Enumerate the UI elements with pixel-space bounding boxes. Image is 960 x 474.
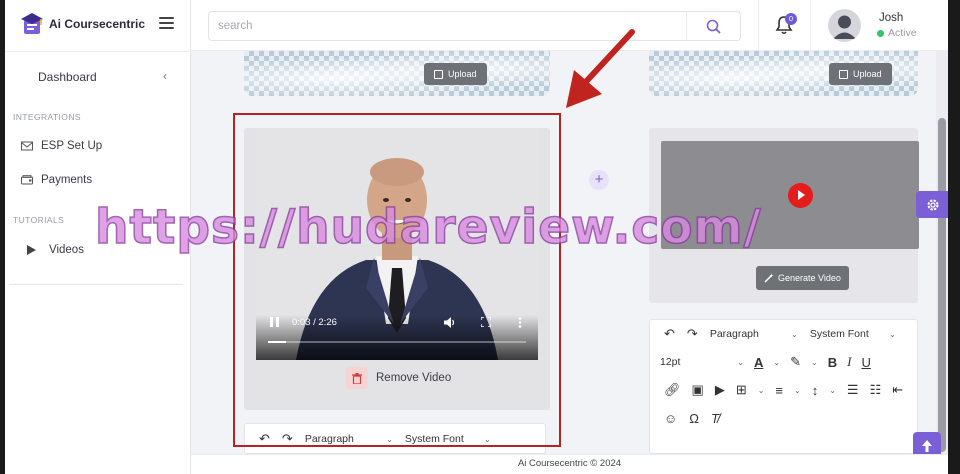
outdent-icon[interactable]: ⇤: [892, 382, 903, 398]
chevron-down-icon: ⌄: [737, 357, 744, 367]
brand[interactable]: Ai Coursecentric: [21, 12, 145, 36]
sidebar: Ai Coursecentric Dashboard ‹ INTEGRATION…: [5, 0, 191, 474]
chevron-down-icon: ⌄: [794, 385, 801, 395]
chevron-down-icon: ⌄: [791, 329, 798, 339]
footer: Ai Coursecentric © 2024: [191, 454, 948, 474]
divider: [9, 284, 183, 285]
italic-icon[interactable]: I: [847, 354, 851, 370]
sidebar-item-label: Videos: [49, 244, 84, 256]
image-insert-icon[interactable]: ▣: [692, 382, 704, 398]
rich-text-editor-right: ↶ ↷ Paragraph ⌄ System Font ⌄ 12pt ⌄ A ⌄ ✎ ⌄ …: [649, 319, 918, 454]
search-icon: [706, 19, 721, 34]
block-format-value: Paragraph: [709, 328, 759, 340]
divider: [5, 51, 191, 52]
highlight-color-icon[interactable]: ✎: [790, 354, 801, 370]
thumbnail-card-left: Upload: [244, 51, 550, 96]
generate-video-label: Generate Video: [778, 273, 841, 283]
image-icon: [434, 69, 443, 79]
sidebar-item-payments[interactable]: Payments: [21, 174, 92, 186]
magic-wand-icon: [764, 273, 774, 283]
user-status: Active: [877, 27, 917, 39]
numbered-list-icon[interactable]: ☰: [847, 382, 859, 398]
envelope-icon: [21, 141, 33, 151]
thumbnail-card-right: Upload: [649, 51, 918, 96]
font-family-select[interactable]: System Font ⌄: [810, 328, 896, 340]
generate-video-button[interactable]: Generate Video: [756, 266, 849, 290]
scrollbar-thumb[interactable]: [938, 118, 946, 452]
user-name[interactable]: Josh: [879, 12, 903, 24]
divider: [758, 0, 759, 51]
top-header: 0 Josh Active: [191, 0, 948, 51]
image-icon: [839, 69, 848, 79]
font-family-value: System Font: [809, 328, 869, 340]
link-icon[interactable]: 🔗︎: [664, 382, 681, 398]
right-edge: [948, 0, 960, 474]
status-dot-icon: [877, 29, 884, 37]
font-size-select[interactable]: 12pt ⌄: [660, 356, 744, 368]
upload-label: Upload: [853, 69, 882, 79]
sidebar-item-esp-setup[interactable]: ESP Set Up: [21, 140, 102, 152]
highlight-annotation: [233, 113, 561, 447]
left-edge: [0, 0, 5, 474]
chevron-down-icon: ⌄: [757, 385, 765, 395]
upload-button[interactable]: Upload: [829, 63, 892, 85]
brand-name: Ai Coursecentric: [49, 17, 146, 31]
section-label-tutorials: TUTORIALS: [13, 215, 65, 225]
emoji-icon[interactable]: ☺: [664, 411, 677, 426]
bullet-list-icon[interactable]: ☷: [870, 382, 882, 398]
block-format-select[interactable]: Paragraph ⌄: [710, 328, 798, 340]
gear-icon: [927, 199, 938, 210]
upload-button[interactable]: Upload: [424, 63, 487, 85]
menu-toggle-icon[interactable]: [159, 17, 174, 29]
youtube-play-icon[interactable]: [788, 183, 813, 208]
search-input[interactable]: [209, 12, 686, 40]
chevron-down-icon: ⌄: [829, 385, 836, 395]
bold-icon[interactable]: B: [828, 355, 837, 370]
media-icon[interactable]: ▶︎: [715, 382, 725, 398]
font-size-value: 12pt: [660, 356, 681, 368]
special-character-icon[interactable]: Ω: [689, 411, 699, 426]
table-icon[interactable]: ⊞: [736, 382, 747, 398]
line-height-icon[interactable]: ↕: [812, 383, 819, 398]
main-content: Upload Upload 0:03 / 2:26 Remove Video ↶…: [191, 51, 948, 454]
avatar[interactable]: [828, 9, 861, 42]
align-icon[interactable]: ≡: [775, 383, 783, 398]
settings-button[interactable]: [916, 191, 949, 218]
app-window: Ai Coursecentric Dashboard ‹ INTEGRATION…: [0, 0, 960, 474]
wallet-icon: [21, 175, 33, 185]
sidebar-item-label: ESP Set Up: [41, 140, 103, 152]
status-label: Active: [888, 27, 917, 39]
section-label-integrations: INTEGRATIONS: [13, 112, 81, 122]
notification-badge: 0: [785, 13, 797, 25]
search-button[interactable]: [686, 12, 740, 40]
undo-icon[interactable]: ↶: [664, 326, 675, 342]
underline-icon[interactable]: U: [861, 355, 870, 370]
chevron-down-icon: ⌄: [811, 357, 818, 367]
chevron-down-icon: ⌄: [773, 357, 781, 367]
clear-formatting-icon[interactable]: T̸: [711, 411, 719, 426]
play-icon: [27, 245, 36, 255]
thumbnail-image: [244, 51, 550, 96]
sidebar-item-dashboard[interactable]: Dashboard: [38, 70, 97, 84]
chevron-left-icon[interactable]: ‹: [163, 69, 167, 83]
chevron-down-icon: ⌄: [889, 329, 896, 339]
divider: [810, 0, 811, 51]
sidebar-item-label: Payments: [41, 174, 93, 186]
graduation-cap-logo-icon: [21, 13, 43, 34]
redo-icon[interactable]: ↷: [687, 326, 698, 342]
arrow-up-icon: [922, 440, 932, 452]
user-avatar-icon: [828, 9, 861, 42]
add-block-button[interactable]: +: [589, 170, 609, 190]
sidebar-item-videos[interactable]: Videos: [25, 244, 84, 256]
search-bar: [208, 11, 741, 41]
text-color-icon[interactable]: A: [754, 355, 763, 370]
upload-label: Upload: [448, 69, 477, 79]
